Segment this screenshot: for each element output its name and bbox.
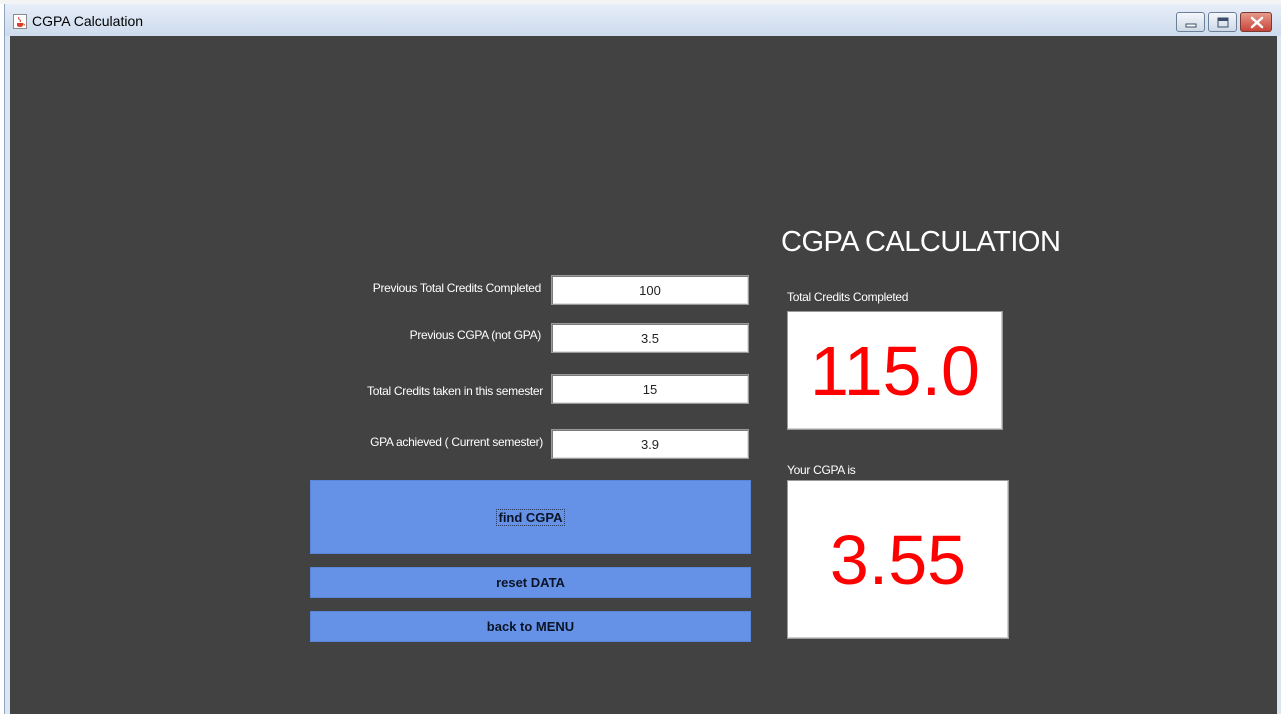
prev-cgpa-field[interactable]	[551, 323, 749, 353]
close-icon	[1250, 16, 1264, 29]
current-gpa-field[interactable]	[551, 429, 749, 459]
prev-cgpa-label: Previous CGPA (not GPA)	[409, 328, 542, 342]
total-credits-value: 115.0	[787, 311, 1003, 430]
semester-credits-label: Total Credits taken in this semester	[367, 384, 543, 398]
page-title: CGPA CALCULATION	[781, 226, 1061, 258]
restore-icon	[1217, 17, 1229, 28]
title-bar[interactable]: CGPA Calculation	[5, 4, 1281, 36]
find-cgpa-label: find CGPA	[496, 508, 565, 526]
app-window: CGPA Calculation CGPA CALCULATION Previo…	[4, 4, 1281, 714]
reset-data-button[interactable]: reset DATA	[310, 567, 751, 598]
prev-credits-field[interactable]	[551, 275, 749, 305]
total-credits-label: Total Credits Completed	[787, 290, 909, 304]
back-to-menu-button[interactable]: back to MENU	[310, 611, 751, 642]
current-gpa-label: GPA achieved ( Current semester)	[370, 435, 543, 449]
cgpa-result-label: Your CGPA is	[787, 463, 856, 477]
maximize-button[interactable]	[1208, 12, 1237, 32]
minimize-icon	[1185, 23, 1197, 28]
java-cup-icon	[13, 14, 27, 29]
cgpa-result-value: 3.55	[787, 480, 1009, 639]
minimize-button[interactable]	[1176, 12, 1205, 32]
content-panel: CGPA CALCULATION Previous Total Credits …	[10, 36, 1277, 714]
prev-credits-label: Previous Total Credits Completed	[372, 281, 542, 295]
window-title: CGPA Calculation	[32, 13, 144, 29]
find-cgpa-button[interactable]: find CGPA	[310, 480, 751, 554]
semester-credits-field[interactable]	[551, 374, 749, 404]
close-button[interactable]	[1240, 12, 1272, 32]
